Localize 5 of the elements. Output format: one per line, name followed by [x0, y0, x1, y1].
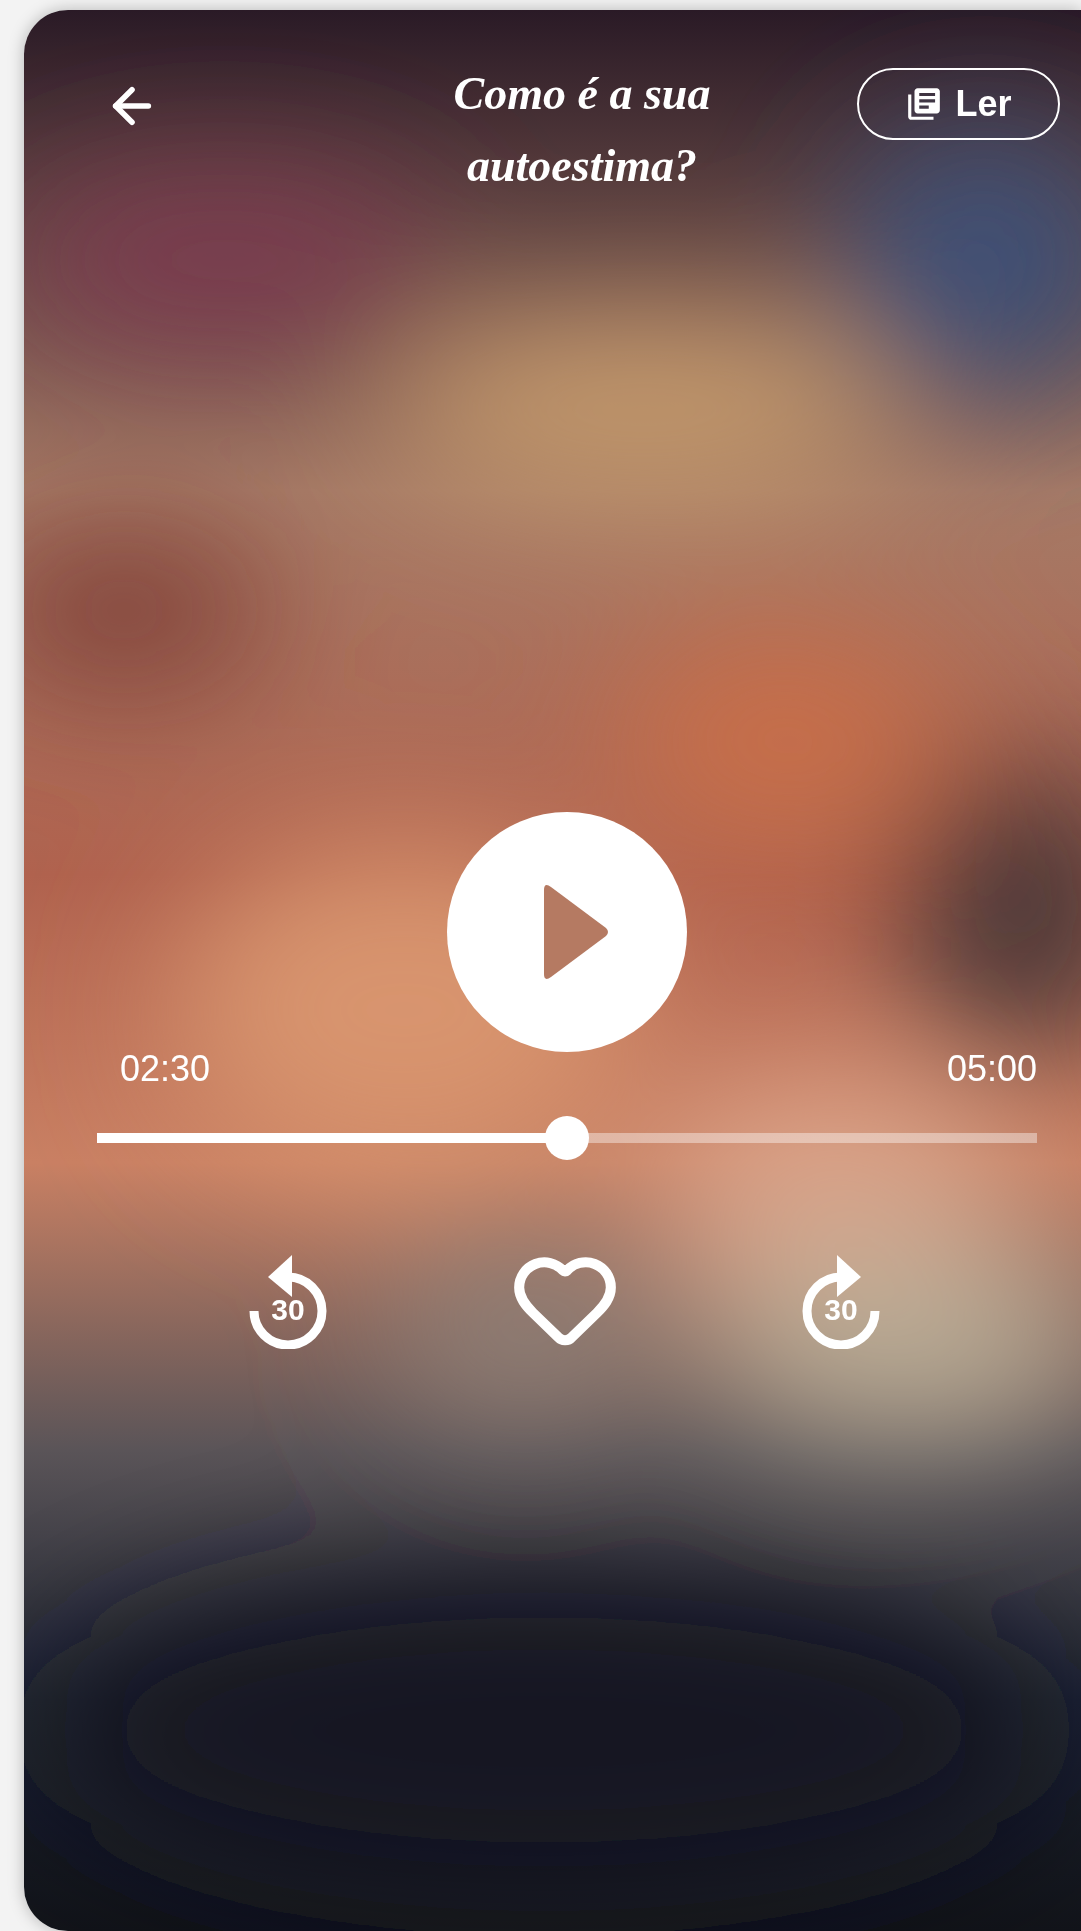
episode-title: Como é a sua autoestima?	[452, 67, 712, 193]
read-button[interactable]: Ler	[857, 68, 1060, 140]
elapsed-time: 02:30	[120, 1047, 211, 1091]
total-duration: 05:00	[946, 1047, 1037, 1091]
rewind-button[interactable]: 30	[238, 1249, 338, 1349]
